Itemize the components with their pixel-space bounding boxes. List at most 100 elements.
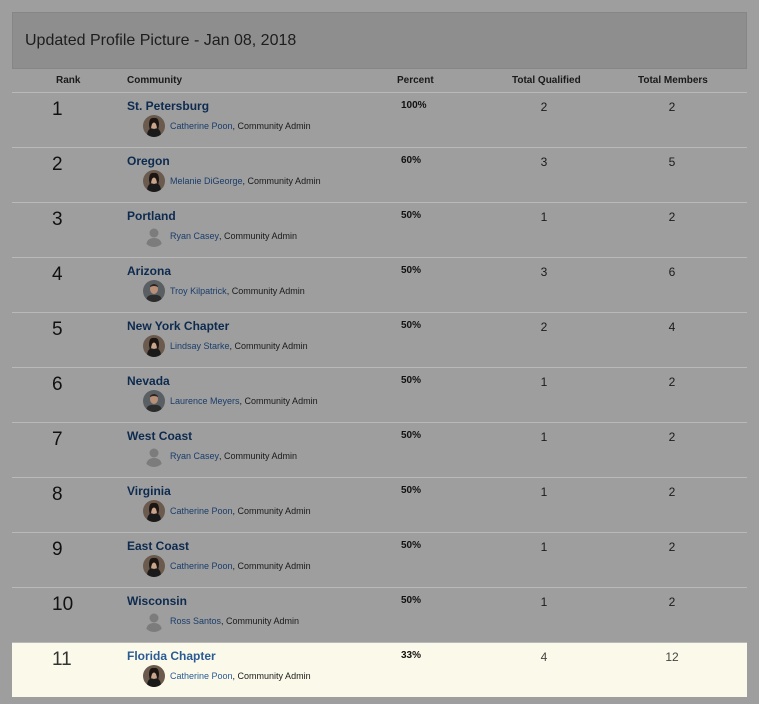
admin-name-link[interactable]: Ryan Casey [170,451,219,461]
female-avatar-icon[interactable] [143,500,165,522]
total-qualified-value: 2 [540,320,548,334]
total-members-value: 12 [665,650,679,664]
rank-number: 3 [52,209,63,230]
admin-role: , Community Admin [226,286,305,296]
percent-value: 50% [401,320,422,331]
table-row: 10 Wisconsin Ross Santos , Community Adm… [12,587,747,642]
admin-role: , Community Admin [232,561,311,571]
total-qualified-value: 3 [540,265,548,279]
admin-role: , Community Admin [219,451,298,461]
admin-name-link[interactable]: Catherine Poon [170,561,233,571]
admin-name-link[interactable]: Ross Santos [170,616,221,626]
percent-value: 50% [401,265,422,276]
column-header-total-qualified[interactable]: Total Qualified [512,75,581,86]
column-header-rank[interactable]: Rank [56,75,80,86]
default-avatar-icon[interactable] [143,445,165,467]
total-qualified-value: 3 [540,155,548,169]
admin-role: , Community Admin [232,506,311,516]
total-qualified-value: 1 [540,210,548,224]
column-header-community[interactable]: Community [127,75,182,86]
rank-number: 4 [52,264,63,285]
community-link[interactable]: Wisconsin [127,594,187,608]
admin-name-link[interactable]: Laurence Meyers [170,396,240,406]
community-link[interactable]: St. Petersburg [127,99,209,113]
table-row: 9 East Coast Catherine Poon , Community … [12,532,747,587]
community-admin: Catherine Poon , Community Admin [143,500,311,522]
percent-value: 50% [401,540,422,551]
total-qualified-value: 2 [540,100,548,114]
total-qualified-value: 1 [540,540,548,554]
male-avatar-icon[interactable] [143,280,165,302]
admin-name-link[interactable]: Lindsay Starke [170,341,230,351]
table-row: 5 New York Chapter Lindsay Starke , Comm… [12,312,747,367]
community-admin: Troy Kilpatrick , Community Admin [143,280,305,302]
female-avatar-icon[interactable] [143,115,165,137]
male-avatar-icon[interactable] [143,390,165,412]
rank-number: 2 [52,154,63,175]
admin-name-link[interactable]: Catherine Poon [170,506,233,516]
rank-number: 6 [52,374,63,395]
rank-number: 1 [52,99,63,120]
community-link[interactable]: Arizona [127,264,171,278]
admin-name-link[interactable]: Melanie DiGeorge [170,176,243,186]
community-admin: Lindsay Starke , Community Admin [143,335,308,357]
female-avatar-icon[interactable] [143,170,165,192]
rank-number: 11 [52,649,72,670]
total-members-value: 2 [668,375,676,389]
admin-role: , Community Admin [221,616,300,626]
column-header-total-members[interactable]: Total Members [638,75,708,86]
leaderboard-table: 1 St. Petersburg Catherine Poon , Commun… [12,92,747,697]
community-admin: Ross Santos , Community Admin [143,610,299,632]
total-members-value: 4 [668,320,676,334]
rank-number: 9 [52,539,63,560]
community-link[interactable]: Oregon [127,154,170,168]
table-row: 6 Nevada Laurence Meyers , Community Adm… [12,367,747,422]
community-link[interactable]: Portland [127,209,176,223]
total-members-value: 2 [668,100,676,114]
community-admin: Catherine Poon , Community Admin [143,115,311,137]
community-link[interactable]: Nevada [127,374,170,388]
total-members-value: 6 [668,265,676,279]
table-header: Rank Community Percent Total Qualified T… [12,69,747,92]
percent-value: 50% [401,210,422,221]
community-admin: Melanie DiGeorge , Community Admin [143,170,321,192]
community-link[interactable]: Virginia [127,484,171,498]
community-admin: Catherine Poon , Community Admin [143,555,311,577]
female-avatar-icon[interactable] [143,665,165,687]
table-row: 7 West Coast Ryan Casey , Community Admi… [12,422,747,477]
total-qualified-value: 1 [540,595,548,609]
community-link[interactable]: East Coast [127,539,189,553]
total-qualified-value: 1 [540,430,548,444]
total-qualified-value: 4 [540,650,548,664]
community-admin: Ryan Casey , Community Admin [143,225,297,247]
table-row: 1 St. Petersburg Catherine Poon , Commun… [12,92,747,147]
table-row: 3 Portland Ryan Casey , Community Admin … [12,202,747,257]
community-admin: Laurence Meyers , Community Admin [143,390,318,412]
percent-value: 50% [401,375,422,386]
admin-name-link[interactable]: Ryan Casey [170,231,219,241]
default-avatar-icon[interactable] [143,225,165,247]
admin-role: , Community Admin [242,176,321,186]
admin-name-link[interactable]: Catherine Poon [170,671,233,681]
table-row-highlighted: 11 Florida Chapter Catherine Poon , Comm… [12,642,747,697]
total-members-value: 2 [668,540,676,554]
table-row: 4 Arizona Troy Kilpatrick , Community Ad… [12,257,747,312]
total-qualified-value: 1 [540,485,548,499]
female-avatar-icon[interactable] [143,555,165,577]
admin-role: , Community Admin [229,341,308,351]
admin-name-link[interactable]: Catherine Poon [170,121,233,131]
column-header-percent[interactable]: Percent [397,75,434,86]
leaderboard-panel: Updated Profile Picture - Jan 08, 2018 R… [12,12,747,704]
default-avatar-icon[interactable] [143,610,165,632]
total-members-value: 2 [668,485,676,499]
admin-role: , Community Admin [232,671,311,681]
community-link[interactable]: West Coast [127,429,192,443]
percent-value: 50% [401,595,422,606]
community-link[interactable]: Florida Chapter [127,649,216,663]
community-link[interactable]: New York Chapter [127,319,229,333]
female-avatar-icon[interactable] [143,335,165,357]
admin-name-link[interactable]: Troy Kilpatrick [170,286,227,296]
percent-value: 50% [401,430,422,441]
table-row: 8 Virginia Catherine Poon , Community Ad… [12,477,747,532]
panel-header: Updated Profile Picture - Jan 08, 2018 [12,12,747,69]
